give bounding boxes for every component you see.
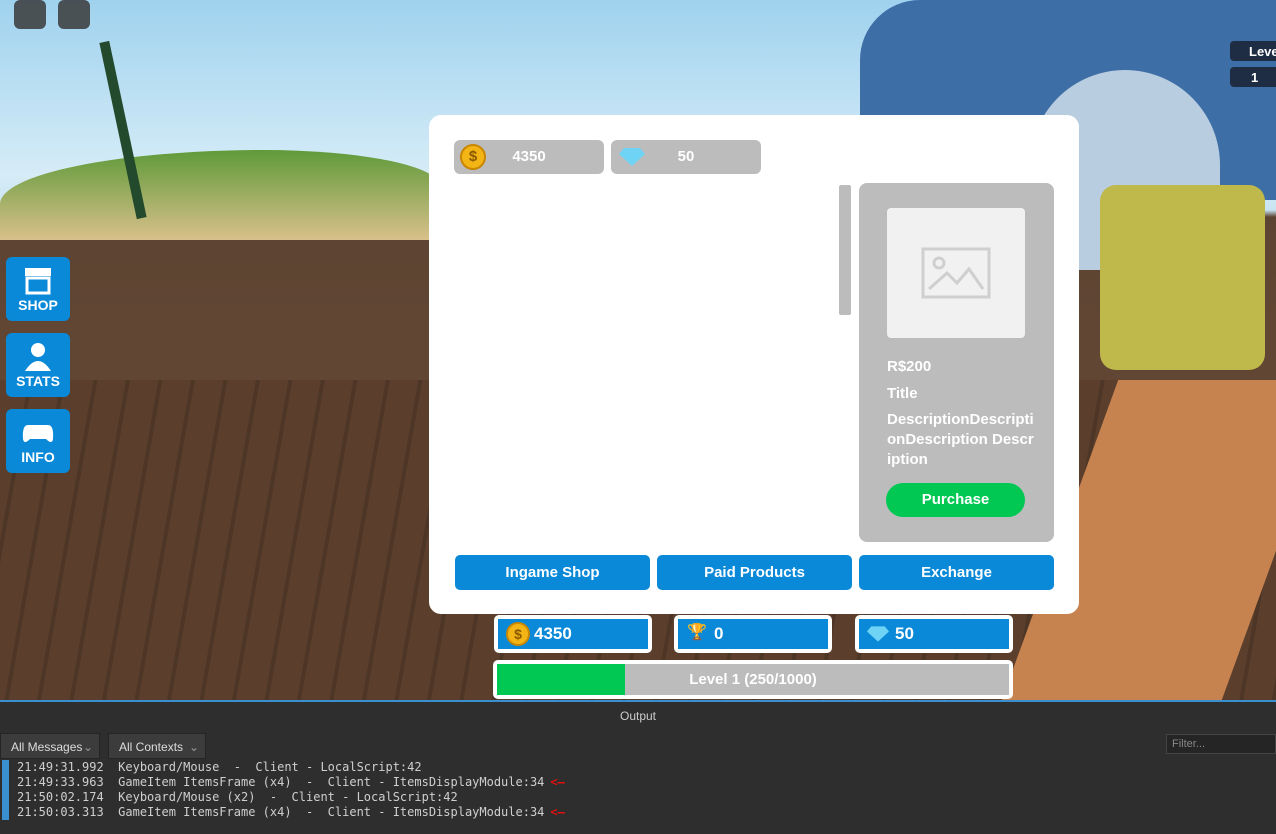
coin-balance: $4350 bbox=[454, 140, 604, 174]
log-text: GameItem ItemsFrame (x4) - Client - Item… bbox=[118, 805, 545, 819]
contexts-dropdown-label: All Contexts bbox=[119, 740, 184, 754]
log-line: 21:49:31.992 Keyboard/Mouse - Client - L… bbox=[0, 760, 1276, 775]
log-text: GameItem ItemsFrame (x4) - Client - Item… bbox=[118, 775, 545, 789]
roblox-menu-icon[interactable] bbox=[14, 0, 46, 29]
chevron-down-icon: ⌄ bbox=[82, 740, 93, 754]
trophy-icon: 🏆 bbox=[687, 624, 707, 641]
stats-button[interactable]: STATS bbox=[6, 333, 70, 397]
item-image bbox=[887, 208, 1025, 338]
hill bbox=[0, 150, 440, 240]
info-label: INFO bbox=[21, 449, 55, 465]
shop-window: $4350 50 R$200 Title DescriptionDescript… bbox=[429, 115, 1079, 614]
log-text: Keyboard/Mouse (x2) - Client - LocalScri… bbox=[118, 790, 458, 804]
level-value: 1 bbox=[1230, 67, 1276, 87]
gems-value: 50 bbox=[895, 624, 914, 643]
level-label: Level bbox=[1230, 41, 1276, 61]
coin-icon: $ bbox=[460, 144, 486, 170]
xp-label: Level 1 (250/1000) bbox=[689, 671, 817, 688]
output-panel: Output All Messages ⌄ All Contexts ⌄ Fil… bbox=[0, 700, 1276, 834]
messages-dropdown-label: All Messages bbox=[11, 740, 83, 754]
log-marker bbox=[2, 760, 9, 775]
purchase-button[interactable]: Purchase bbox=[886, 483, 1025, 517]
filter-input[interactable]: Filter... bbox=[1166, 734, 1276, 754]
user-icon bbox=[25, 343, 51, 371]
chat-icon[interactable] bbox=[58, 0, 90, 29]
log-marker bbox=[2, 805, 9, 820]
log-line: 21:50:03.313 GameItem ItemsFrame (x4) - … bbox=[0, 805, 1276, 820]
red-arrow-icon: <— bbox=[550, 805, 565, 819]
gems-stat: 50 bbox=[855, 615, 1013, 653]
messages-dropdown[interactable]: All Messages ⌄ bbox=[0, 733, 100, 759]
coin-icon: $ bbox=[506, 622, 530, 646]
contexts-dropdown[interactable]: All Contexts ⌄ bbox=[108, 733, 206, 759]
log-time: 21:50:03.313 bbox=[17, 805, 104, 819]
log-time: 21:49:31.992 bbox=[17, 760, 104, 774]
log-line: 21:49:33.963 GameItem ItemsFrame (x4) - … bbox=[0, 775, 1276, 790]
gem-balance: 50 bbox=[611, 140, 761, 174]
tab-ingame-shop[interactable]: Ingame Shop bbox=[455, 555, 650, 590]
red-arrow-icon: <— bbox=[550, 775, 565, 789]
coin-value: 4350 bbox=[512, 148, 546, 165]
info-button[interactable]: INFO bbox=[6, 409, 70, 473]
coins-stat: $4350 bbox=[494, 615, 652, 653]
coins-value: 4350 bbox=[534, 624, 572, 643]
log-time: 21:50:02.174 bbox=[17, 790, 104, 804]
item-description: DescriptionDescriptionDescription Descri… bbox=[887, 411, 1034, 468]
shop-label: SHOP bbox=[18, 297, 58, 313]
yellow-cube bbox=[1100, 185, 1265, 370]
item-title: Title bbox=[887, 385, 918, 402]
chevron-down-icon: ⌄ bbox=[188, 740, 199, 754]
shop-button[interactable]: SHOP bbox=[6, 257, 70, 321]
tab-paid-products[interactable]: Paid Products bbox=[657, 555, 852, 590]
log-time: 21:49:33.963 bbox=[17, 775, 104, 789]
items-scrollbar[interactable] bbox=[839, 185, 851, 315]
stats-label: STATS bbox=[16, 373, 60, 389]
tab-exchange[interactable]: Exchange bbox=[859, 555, 1054, 590]
log-marker bbox=[2, 790, 9, 805]
log-marker bbox=[2, 775, 9, 790]
log-line: 21:50:02.174 Keyboard/Mouse (x2) - Clien… bbox=[0, 790, 1276, 805]
log-text: Keyboard/Mouse - Client - LocalScript:42 bbox=[118, 760, 422, 774]
image-placeholder-icon bbox=[921, 247, 991, 299]
output-title: Output bbox=[619, 709, 657, 723]
gamepad-icon bbox=[22, 425, 54, 442]
item-detail-panel: R$200 Title DescriptionDescriptionDescri… bbox=[859, 183, 1054, 542]
gem-icon bbox=[619, 148, 645, 166]
output-log: 21:49:31.992 Keyboard/Mouse - Client - L… bbox=[0, 760, 1276, 820]
gem-value: 50 bbox=[677, 148, 695, 165]
gem-icon bbox=[867, 626, 889, 642]
trophies-stat: 🏆 0 bbox=[674, 615, 832, 653]
item-price: R$200 bbox=[887, 358, 932, 375]
store-icon bbox=[25, 268, 51, 295]
xp-bar: Level 1 (250/1000) bbox=[493, 660, 1013, 699]
trophies-value: 0 bbox=[714, 624, 724, 643]
